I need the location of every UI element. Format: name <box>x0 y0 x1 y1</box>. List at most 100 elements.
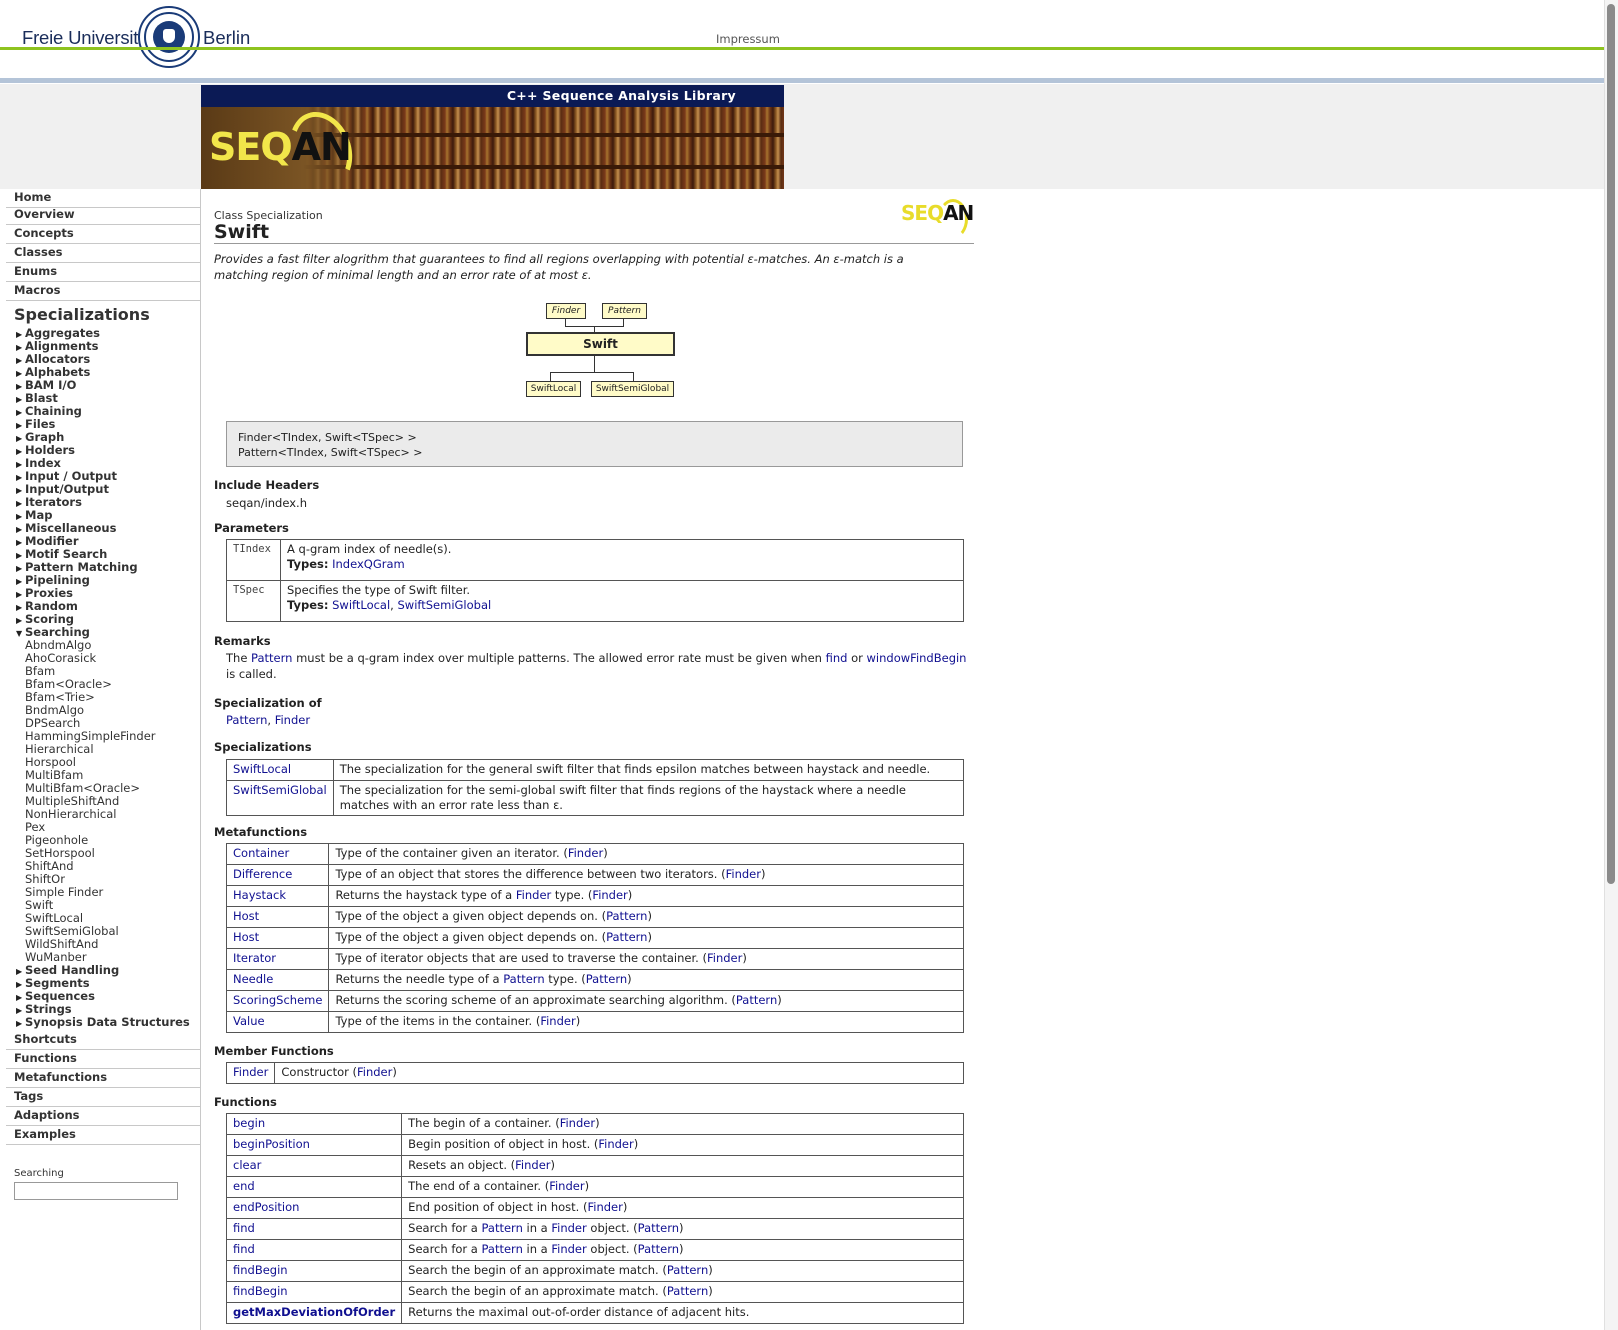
ref-link[interactable]: Pattern <box>667 1284 708 1298</box>
function-link[interactable]: find <box>233 1242 255 1256</box>
ref-link[interactable]: Finder <box>560 1116 595 1130</box>
function-link[interactable]: clear <box>233 1158 261 1172</box>
diagram-parent-finder[interactable]: Finder <box>546 303 586 319</box>
metafunction-link[interactable]: Container <box>233 846 289 860</box>
specialization-link[interactable]: SwiftSemiGlobal <box>233 783 327 797</box>
function-link[interactable]: beginPosition <box>233 1137 310 1151</box>
functions-heading: Functions <box>214 1095 277 1109</box>
specializations-heading[interactable]: Specializations <box>14 305 150 324</box>
table-row: endPosition End position of object in hos… <box>225 1197 964 1219</box>
specialization-of-link[interactable]: Finder <box>275 713 310 727</box>
university-name-right[interactable]: Berlin <box>203 27 250 49</box>
sidebar-item-enums[interactable]: Enums <box>6 263 200 282</box>
metafunction-link[interactable]: Host <box>233 930 259 944</box>
metafunction-link[interactable]: Host <box>233 909 259 923</box>
diagram-child-swiftsemiglobal[interactable]: SwiftSemiGlobal <box>591 381 674 397</box>
metafunction-description: Type of the container given an iterator.… <box>328 843 964 865</box>
metafunction-description: Type of an object that stores the differ… <box>328 864 964 886</box>
metafunction-link[interactable]: Difference <box>233 867 292 881</box>
function-link[interactable]: findBegin <box>233 1284 288 1298</box>
inline-link[interactable]: Finder <box>551 1221 586 1235</box>
ref-link[interactable]: Finder <box>592 888 627 902</box>
function-link[interactable]: begin <box>233 1116 265 1130</box>
ref-link[interactable]: Finder <box>540 1014 575 1028</box>
function-description: Search for a Pattern in a Finder object.… <box>401 1218 964 1240</box>
table-row: Haystack Returns the haystack type of a F… <box>225 885 964 907</box>
metafunction-description: Returns the scoring scheme of an approxi… <box>328 990 964 1012</box>
seqan-small-logo: SEQAN <box>901 201 974 225</box>
ref-link[interactable]: Finder <box>726 867 761 881</box>
triangle-right-icon: ▶ <box>16 1019 23 1028</box>
type-link[interactable]: SwiftLocal <box>332 598 390 612</box>
function-description: Resets an object. (Finder) <box>401 1155 964 1177</box>
function-link[interactable]: getMaxDeviationOfOrder <box>233 1305 395 1319</box>
metafunction-link[interactable]: ScoringScheme <box>233 993 322 1007</box>
inline-link[interactable]: Finder <box>551 1242 586 1256</box>
impressum-link[interactable]: Impressum <box>716 32 780 46</box>
metafunction-link[interactable]: Value <box>233 1014 265 1028</box>
sidebar-item-adaptions[interactable]: Adaptions <box>6 1107 200 1126</box>
metafunction-link[interactable]: Needle <box>233 972 273 986</box>
sidebar-item-classes[interactable]: Classes <box>6 244 200 263</box>
ref-link[interactable]: Pattern <box>606 909 647 923</box>
function-description: Returns the maximal out-of-order distanc… <box>401 1302 964 1324</box>
inline-link[interactable]: Pattern <box>482 1242 523 1256</box>
ref-link[interactable]: Finder <box>568 846 603 860</box>
ref-link[interactable]: Finder <box>549 1179 584 1193</box>
function-link[interactable]: findBegin <box>233 1263 288 1277</box>
member-function-link[interactable]: Finder <box>233 1065 268 1079</box>
remarks-link-find[interactable]: find <box>826 651 848 665</box>
function-link[interactable]: end <box>233 1179 255 1193</box>
sidebar-item-shortcuts[interactable]: Shortcuts <box>6 1031 200 1050</box>
search-input[interactable] <box>14 1182 178 1200</box>
specialization-of-link[interactable]: Pattern <box>226 713 267 727</box>
inline-link[interactable]: Finder <box>516 888 551 902</box>
ref-link[interactable]: Finder <box>598 1137 633 1151</box>
type-link[interactable]: IndexQGram <box>332 557 405 571</box>
seqan-banner[interactable]: C++ Sequence Analysis Library SEQAN <box>201 85 784 189</box>
diagram-parent-pattern[interactable]: Pattern <box>602 303 647 319</box>
type-link[interactable]: SwiftSemiGlobal <box>397 598 491 612</box>
function-link[interactable]: endPosition <box>233 1200 299 1214</box>
specialization-link[interactable]: SwiftLocal <box>233 762 291 776</box>
sidebar-item-concepts[interactable]: Concepts <box>6 225 200 244</box>
university-seal-logo[interactable] <box>138 6 200 68</box>
sidebar-category-synopsis-data-structures[interactable]: ▶ Synopsis Data Structures <box>16 1016 190 1030</box>
scrollbar-thumb[interactable] <box>1607 4 1615 884</box>
table-row: Difference Type of an object that stores … <box>225 864 964 886</box>
ref-link[interactable]: Finder <box>707 951 742 965</box>
param-description: Specifies the type of Swift filter. Type… <box>280 580 964 622</box>
ref-link[interactable]: Pattern <box>606 930 647 944</box>
sidebar-item-macros[interactable]: Macros <box>6 282 200 301</box>
ref-link[interactable]: Finder <box>515 1158 550 1172</box>
ref-link[interactable]: Pattern <box>667 1263 708 1277</box>
remarks-heading: Remarks <box>214 634 271 648</box>
diagram-child-swiftlocal[interactable]: SwiftLocal <box>526 381 581 397</box>
sidebar-item-functions[interactable]: Functions <box>6 1050 200 1069</box>
banner-title: C++ Sequence Analysis Library <box>201 85 784 107</box>
sidebar-item-tags[interactable]: Tags <box>6 1088 200 1107</box>
table-row: Host Type of the object a given object de… <box>225 906 964 928</box>
ref-link[interactable]: Pattern <box>586 972 627 986</box>
metafunction-link[interactable]: Haystack <box>233 888 286 902</box>
sidebar-item-overview[interactable]: Overview <box>6 206 200 225</box>
ref-link[interactable]: Finder <box>357 1065 392 1079</box>
university-name-left[interactable]: Freie Universität <box>22 27 153 49</box>
ref-link[interactable]: Pattern <box>638 1242 679 1256</box>
seqan-logo: SEQAN <box>209 125 352 169</box>
inline-link[interactable]: Pattern <box>482 1221 523 1235</box>
page-title: Swift <box>214 221 270 243</box>
ref-link[interactable]: Pattern <box>736 993 777 1007</box>
ref-link[interactable]: Pattern <box>638 1221 679 1235</box>
remarks-link-windowfindbegin[interactable]: windowFindBegin <box>867 651 967 665</box>
table-row: Finder Constructor (Finder) <box>225 1062 964 1084</box>
metafunction-description: Returns the needle type of a Pattern typ… <box>328 969 964 991</box>
function-link[interactable]: find <box>233 1221 255 1235</box>
sidebar-item-metafunctions[interactable]: Metafunctions <box>6 1069 200 1088</box>
function-description: Search the begin of an approximate match… <box>401 1281 964 1303</box>
ref-link[interactable]: Finder <box>587 1200 622 1214</box>
remarks-link-pattern[interactable]: Pattern <box>251 651 292 665</box>
sidebar-item-examples[interactable]: Examples <box>6 1126 200 1145</box>
inline-link[interactable]: Pattern <box>503 972 544 986</box>
metafunction-link[interactable]: Iterator <box>233 951 276 965</box>
